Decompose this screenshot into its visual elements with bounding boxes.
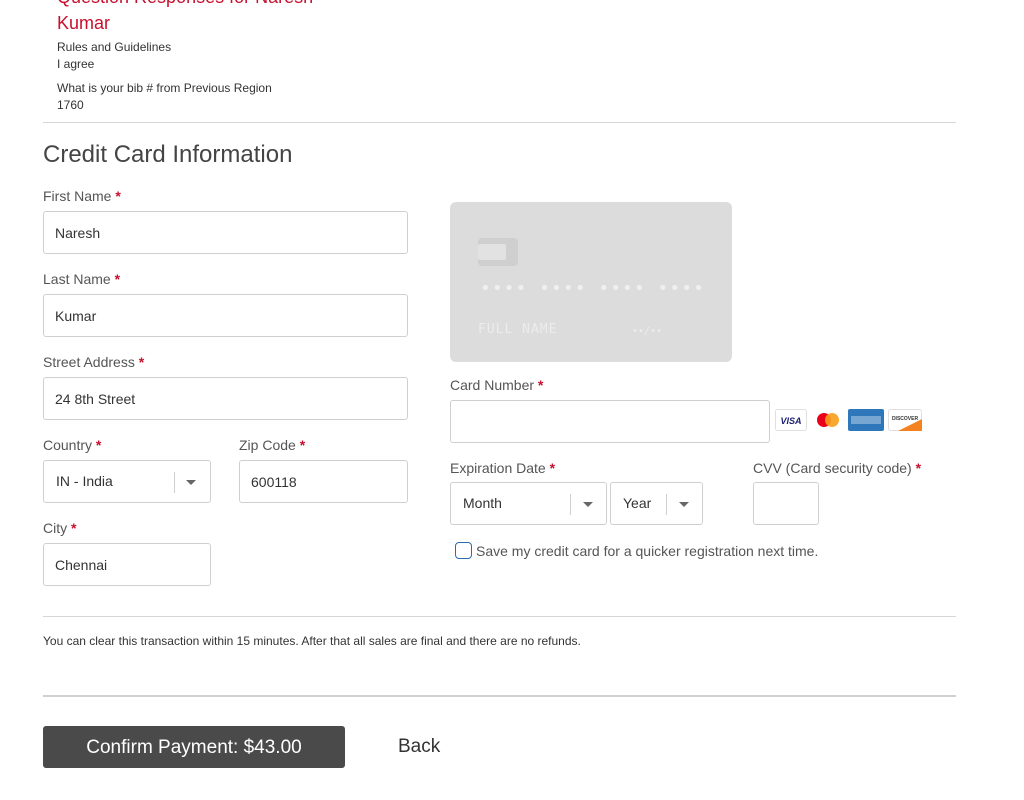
- required-mark: *: [114, 271, 121, 287]
- street-address-input[interactable]: [43, 377, 408, 420]
- expiration-month-select[interactable]: Month: [450, 482, 607, 525]
- last-name-label: Last Name *: [43, 271, 121, 287]
- first-name-label: First Name *: [43, 188, 121, 204]
- visa-icon: VISA: [775, 409, 807, 431]
- street-address-label: Street Address *: [43, 354, 145, 370]
- question-responses-title: Question Responses for Naresh Kumar: [57, 0, 313, 33]
- expiration-date-label: Expiration Date *: [450, 460, 556, 476]
- required-mark: *: [95, 437, 102, 453]
- required-mark: *: [71, 520, 77, 536]
- city-label: City *: [43, 520, 77, 536]
- year-select-value: Year: [623, 495, 652, 511]
- question-answer: 1760: [57, 98, 84, 112]
- chevron-down-icon: [186, 480, 196, 485]
- zip-code-input[interactable]: [239, 460, 408, 503]
- card-chip-icon: [478, 238, 518, 266]
- back-link[interactable]: Back: [398, 734, 440, 760]
- required-mark: *: [115, 188, 121, 204]
- discover-icon: DISCOVER: [888, 409, 922, 431]
- cvv-input[interactable]: [753, 482, 819, 525]
- svg-text:VISA: VISA: [780, 416, 801, 426]
- divider: [43, 122, 956, 123]
- card-number-input[interactable]: [450, 400, 770, 443]
- expiration-year-select[interactable]: Year: [610, 482, 703, 525]
- select-separator: [174, 472, 175, 493]
- cvv-label: CVV (Card security code) *: [753, 460, 922, 476]
- last-name-input[interactable]: [43, 294, 408, 337]
- mastercard-icon: [812, 409, 844, 431]
- chevron-down-icon: [583, 502, 593, 507]
- card-number-preview: •••• •••• •••• ••••: [480, 278, 705, 299]
- country-label: Country *: [43, 437, 102, 453]
- question-answer: I agree: [57, 57, 95, 71]
- chevron-down-icon: [679, 502, 689, 507]
- country-select-value: IN - India: [56, 473, 113, 489]
- svg-text:DISCOVER: DISCOVER: [892, 416, 919, 422]
- card-number-label: Card Number *: [450, 377, 544, 393]
- credit-card-section-title: Credit Card Information: [43, 141, 293, 168]
- required-mark: *: [915, 460, 922, 476]
- save-card-label[interactable]: Save my credit card for a quicker regist…: [476, 542, 818, 560]
- question-label: Rules and Guidelines: [57, 40, 172, 54]
- required-mark: *: [299, 437, 306, 453]
- save-card-checkbox[interactable]: [455, 542, 472, 559]
- month-select-value: Month: [463, 495, 502, 511]
- credit-card-preview: •••• •••• •••• •••• FULL NAME ••/••: [450, 202, 732, 362]
- select-separator: [570, 494, 571, 515]
- question-label: What is your bib # from Previous Region: [57, 81, 272, 95]
- country-select[interactable]: IN - India: [43, 460, 211, 503]
- american-express-icon: [848, 409, 884, 431]
- required-mark: *: [537, 377, 544, 393]
- divider: [43, 616, 956, 617]
- first-name-input[interactable]: [43, 211, 408, 254]
- required-mark: *: [549, 460, 556, 476]
- card-expiry-preview: ••/••: [632, 326, 663, 337]
- card-name-preview: FULL NAME: [478, 322, 558, 337]
- select-separator: [666, 494, 667, 515]
- zip-code-label: Zip Code *: [239, 437, 306, 453]
- confirm-payment-button[interactable]: Confirm Payment: $43.00: [43, 726, 345, 768]
- city-input[interactable]: [43, 543, 211, 586]
- divider: [43, 695, 956, 697]
- required-mark: *: [138, 354, 145, 370]
- refund-policy-notice: You can clear this transaction within 15…: [43, 634, 581, 648]
